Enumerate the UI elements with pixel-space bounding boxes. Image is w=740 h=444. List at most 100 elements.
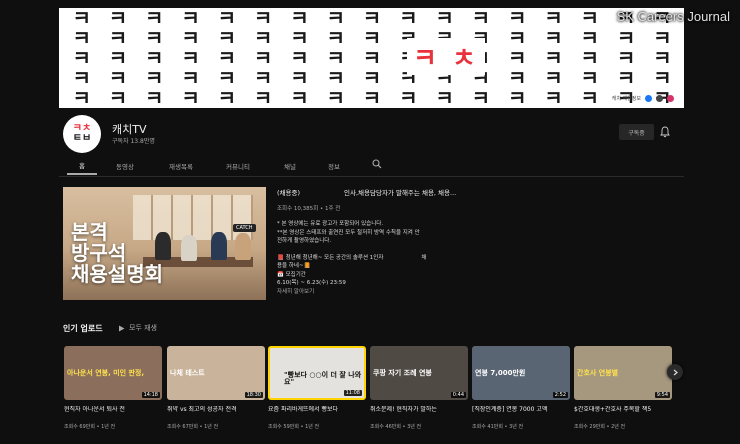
- video-meta: 조회수 59만회 • 1년 전: [268, 424, 320, 431]
- video-thumbnail[interactable]: "빵보다 ○○이 더 잘 나와요" 11:08: [268, 346, 366, 400]
- banner-pattern-glyph: ㅋ: [580, 46, 599, 70]
- banner-pattern-glyph: ㅋ: [507, 86, 526, 108]
- banner-pattern-glyph: ㅋ: [108, 26, 127, 50]
- banner-pattern-glyph: ㅋ: [653, 66, 671, 90]
- banner-pattern-glyph: ㅋ: [471, 8, 490, 30]
- bell-icon[interactable]: [660, 126, 670, 138]
- banner-pattern-glyph: ㅋ: [362, 46, 381, 70]
- banner-pattern-glyph: ㅋ: [653, 26, 671, 50]
- video-title[interactable]: [직장인계층] 연봉 7000 고액: [472, 406, 570, 414]
- featured-title-prefix[interactable]: (채용중): [277, 187, 300, 197]
- banner-links[interactable]: 캐치 채용정보: [612, 95, 674, 102]
- desc-line: * 본 영상에는 유료 광고가 포함되어 있습니다.: [277, 221, 384, 227]
- play-all-label: 모두 재생: [129, 324, 157, 332]
- tab-channels[interactable]: 채널: [277, 157, 303, 175]
- avatar-text-bottom: ㅌㅂ: [72, 133, 92, 144]
- video-title[interactable]: 취소문제! 현직자가 말하는: [370, 406, 468, 414]
- banner-pattern-glyph: ㅋ: [181, 46, 199, 70]
- banner-pattern-glyph: ㅋ: [326, 46, 344, 70]
- read-more-link[interactable]: 자세히 알아보기: [277, 288, 477, 297]
- tab-about[interactable]: 정보: [321, 157, 347, 175]
- banner-pattern-glyph: ㅋ: [290, 66, 308, 90]
- video-card[interactable]: "빵보다 ○○이 더 잘 나와요" 11:08 요즘 파리바게뜨에서 빵보다조회수 …: [268, 346, 366, 430]
- person-figure: [235, 233, 251, 260]
- banner-pattern-glyph: ㅋ: [326, 8, 344, 30]
- overlay-line-3: 채용설명회: [71, 262, 163, 286]
- video-card[interactable]: 간호사 연봉별 9:54 $간호대생+간호사 주목할 책5 조회수 29만회 • 2년…: [574, 346, 672, 430]
- subscribe-button[interactable]: 구독중: [619, 124, 654, 140]
- featured-title[interactable]: 인사,채용담당자가 말해주는 채용, 채용...: [344, 187, 456, 197]
- video-thumbnail-caption: 간호사 연봉별: [577, 369, 619, 377]
- banner-pattern-glyph: ㅋ: [544, 26, 562, 50]
- desc-line-tail: 채: [421, 254, 427, 261]
- overlay-line-1: 본격: [71, 220, 108, 244]
- banner-pattern-glyph: ㅋ: [435, 8, 453, 30]
- desc-line-text: 📕 청년해 청년해~ 모든 공간의 솔루션 1인자: [277, 254, 384, 261]
- banner-pattern-glyph: ㅋ: [217, 86, 236, 108]
- featured-video-thumbnail[interactable]: CATCH 본격 방구석 채용설명회: [63, 187, 266, 300]
- banner-pattern-glyph: ㅋ: [290, 46, 308, 70]
- banner-pattern-glyph: ㅋ: [290, 26, 308, 50]
- person-figure: [181, 235, 197, 261]
- tab-home[interactable]: 홈: [67, 157, 97, 175]
- banner-pattern-glyph: ㅋ: [362, 66, 381, 90]
- play-icon: [119, 325, 125, 331]
- tab-playlists[interactable]: 재생목록: [159, 157, 203, 175]
- play-all-button[interactable]: 모두 재생: [118, 323, 157, 333]
- tab-videos[interactable]: 동영상: [107, 157, 143, 175]
- banner-pattern-glyph: ㅋ: [72, 26, 90, 50]
- video-thumbnail[interactable]: 아나운서 연봉, 미인 판정, 14:18: [64, 346, 162, 400]
- banner-pattern-glyph: ㅋ: [580, 26, 599, 50]
- tab-community[interactable]: 커뮤니티: [217, 157, 259, 175]
- banner-link-text[interactable]: 캐치 채용정보: [612, 95, 641, 102]
- video-card[interactable]: 나체 테스트 18:30 취약 vs 최고의 성공자 전격조회수 67만회 • 1년…: [167, 346, 265, 430]
- banner-pattern-glyph: ㅋ: [653, 46, 671, 70]
- banner-pattern-glyph: ㅋ: [326, 26, 344, 50]
- watermark: SK Careers Journal: [616, 9, 730, 24]
- banner-pattern-glyph: ㅋ: [108, 86, 127, 108]
- video-thumbnail[interactable]: 쿠팡 자기 조례 연봉 0:44: [370, 346, 468, 400]
- banner-pattern-glyph: ㅋ: [471, 86, 490, 108]
- featured-meta: 조회수 10,385회 • 1주 전: [277, 206, 341, 212]
- video-meta: 조회수 67만회 • 1년 전: [167, 424, 219, 431]
- desc-line: 용을 하네~📙: [277, 263, 311, 270]
- video-title[interactable]: $간호대생+간호사 주목할 책5: [574, 406, 672, 414]
- banner-pattern-glyph: ㅋ: [435, 86, 453, 108]
- banner-pattern-glyph: ㅋ: [181, 86, 199, 108]
- desc-line: 📅 모집기간: [277, 271, 306, 278]
- banner-pattern-glyph: ㅋ: [580, 86, 599, 108]
- video-title[interactable]: 요즘 파리바게뜨에서 빵보다: [268, 406, 366, 414]
- video-thumbnail[interactable]: 간호사 연봉별 9:54: [574, 346, 672, 400]
- video-card[interactable]: 쿠팡 자기 조례 연봉 0:44 취소문제! 현직자가 말하는조회수 46만회 • …: [370, 346, 468, 430]
- section-title[interactable]: 인기 업로드: [63, 323, 103, 334]
- banner-pattern-glyph: ㅋ: [181, 8, 199, 30]
- instagram-icon[interactable]: [667, 95, 674, 102]
- facebook-icon[interactable]: [645, 95, 652, 102]
- video-thumbnail-caption: "빵보다 ○○이 더 잘 나와요": [284, 371, 362, 387]
- video-card[interactable]: 아나운서 연봉, 미인 판정, 14:18 현직자 아나운서 퇴사 전 조회수 69만…: [64, 346, 162, 430]
- video-thumbnail[interactable]: 연봉 7,000만원 2:52: [472, 346, 570, 400]
- banner-pattern-glyph: ㅋ: [544, 8, 562, 30]
- video-title[interactable]: 현직자 아나운서 퇴사 전: [64, 406, 162, 414]
- banner-pattern-glyph: ㅋ: [362, 86, 381, 108]
- video-title[interactable]: 취약 vs 최고의 성공자 전격: [167, 406, 265, 414]
- banner-pattern-glyph: ㅋ: [290, 86, 308, 108]
- video-meta: 조회수 46만회 • 3년 전: [370, 424, 422, 431]
- desc-line: 전하게 촬영하였습니다.: [277, 238, 332, 245]
- desc-line: 6.10(목) ~ 6.23(수) 23:59: [277, 280, 346, 287]
- banner-pattern-glyph: ㅋ: [145, 86, 163, 108]
- banner-logo: ㅋ ㅊ: [407, 38, 485, 75]
- video-thumbnail[interactable]: 나체 테스트 18:30: [167, 346, 265, 400]
- channel-tabs: 홈 동영상 재생목록 커뮤니티 채널 정보: [59, 153, 684, 177]
- banner-pattern-glyph: ㅋ: [507, 8, 526, 30]
- blog-icon[interactable]: [656, 95, 663, 102]
- video-card[interactable]: 연봉 7,000만원 2:52 [직장인계층] 연봉 7000 고액 조회수 41만회…: [472, 346, 570, 430]
- channel-avatar[interactable]: ㅋㅊ ㅌㅂ: [63, 115, 101, 153]
- banner-pattern-glyph: ㅋ: [72, 66, 90, 90]
- next-arrow-button[interactable]: [667, 364, 683, 380]
- banner-pattern-glyph: ㅋ: [326, 86, 344, 108]
- search-icon[interactable]: [372, 159, 382, 169]
- banner-pattern-glyph: ㅋ: [181, 66, 199, 90]
- thumbnail-title-overlay: 본격 방구석 채용설명회: [71, 222, 163, 285]
- banner-pattern-glyph: ㅋ: [145, 46, 163, 70]
